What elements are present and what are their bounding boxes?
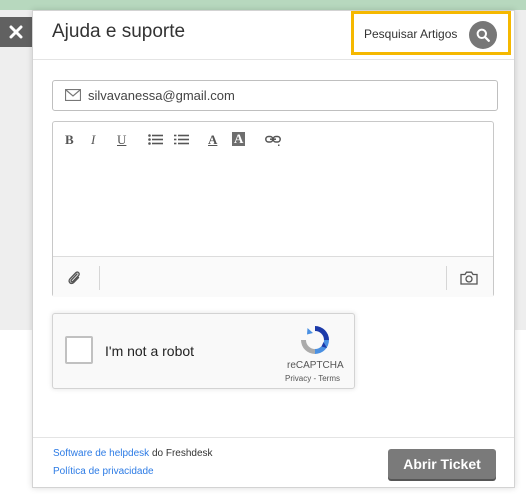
footer-divider	[33, 437, 514, 438]
underline-button[interactable]: U	[117, 132, 126, 148]
envelope-icon	[65, 89, 81, 101]
recaptcha-terms-link[interactable]: Terms	[318, 374, 340, 383]
submit-ticket-button[interactable]: Abrir Ticket	[388, 449, 496, 479]
link-icon[interactable]	[265, 134, 282, 147]
paperclip-icon[interactable]	[67, 269, 81, 286]
italic-button[interactable]: I	[91, 132, 95, 148]
recaptcha-links: Privacy - Terms	[285, 374, 340, 383]
widget-title: Ajuda e suporte	[52, 21, 186, 42]
email-value: silvavanessa@gmail.com	[88, 88, 235, 103]
bullet-list-icon[interactable]	[148, 134, 163, 145]
camera-icon[interactable]	[460, 271, 478, 285]
footer-separator-left	[99, 266, 100, 290]
recaptcha-label: I'm not a robot	[105, 343, 195, 359]
helpdesk-software-link[interactable]: Software de helpdesk	[53, 448, 149, 459]
recaptcha-widget: I'm not a robot reCAPTCHA Privacy - Term…	[52, 313, 355, 389]
footer-credit-text: do Freshdesk	[149, 448, 213, 459]
editor-toolbar: B I U A A	[53, 122, 493, 156]
message-editor[interactable]: B I U A A	[52, 121, 494, 297]
recaptcha-brand: reCAPTCHA	[287, 360, 344, 371]
font-color-button[interactable]: A	[208, 132, 217, 148]
footer-separator-right	[446, 266, 447, 290]
bold-button[interactable]: B	[65, 132, 74, 148]
widget-header: Ajuda e suporte Pesquisar Artigos	[33, 11, 514, 60]
background-top-band	[0, 0, 526, 10]
close-icon	[9, 25, 23, 39]
footer-privacy: Política de privacidade	[53, 466, 154, 477]
help-widget: Ajuda e suporte Pesquisar Artigos silvav…	[32, 10, 515, 488]
recaptcha-logo-icon	[301, 326, 329, 354]
search-articles-label: Pesquisar Artigos	[364, 27, 458, 41]
close-button[interactable]	[0, 17, 32, 47]
footer-credit: Software de helpdesk do Freshdesk	[53, 448, 213, 459]
search-button[interactable]	[469, 21, 497, 49]
recaptcha-checkbox[interactable]	[65, 336, 93, 364]
bg-color-button[interactable]: A	[232, 132, 246, 146]
editor-footer	[53, 256, 493, 297]
privacy-policy-link[interactable]: Política de privacidade	[53, 466, 154, 477]
search-articles[interactable]: Pesquisar Artigos	[351, 11, 511, 55]
search-icon	[476, 28, 490, 42]
numbered-list-icon[interactable]	[174, 134, 189, 145]
recaptcha-privacy-link[interactable]: Privacy	[285, 374, 311, 383]
email-field[interactable]: silvavanessa@gmail.com	[52, 80, 498, 111]
